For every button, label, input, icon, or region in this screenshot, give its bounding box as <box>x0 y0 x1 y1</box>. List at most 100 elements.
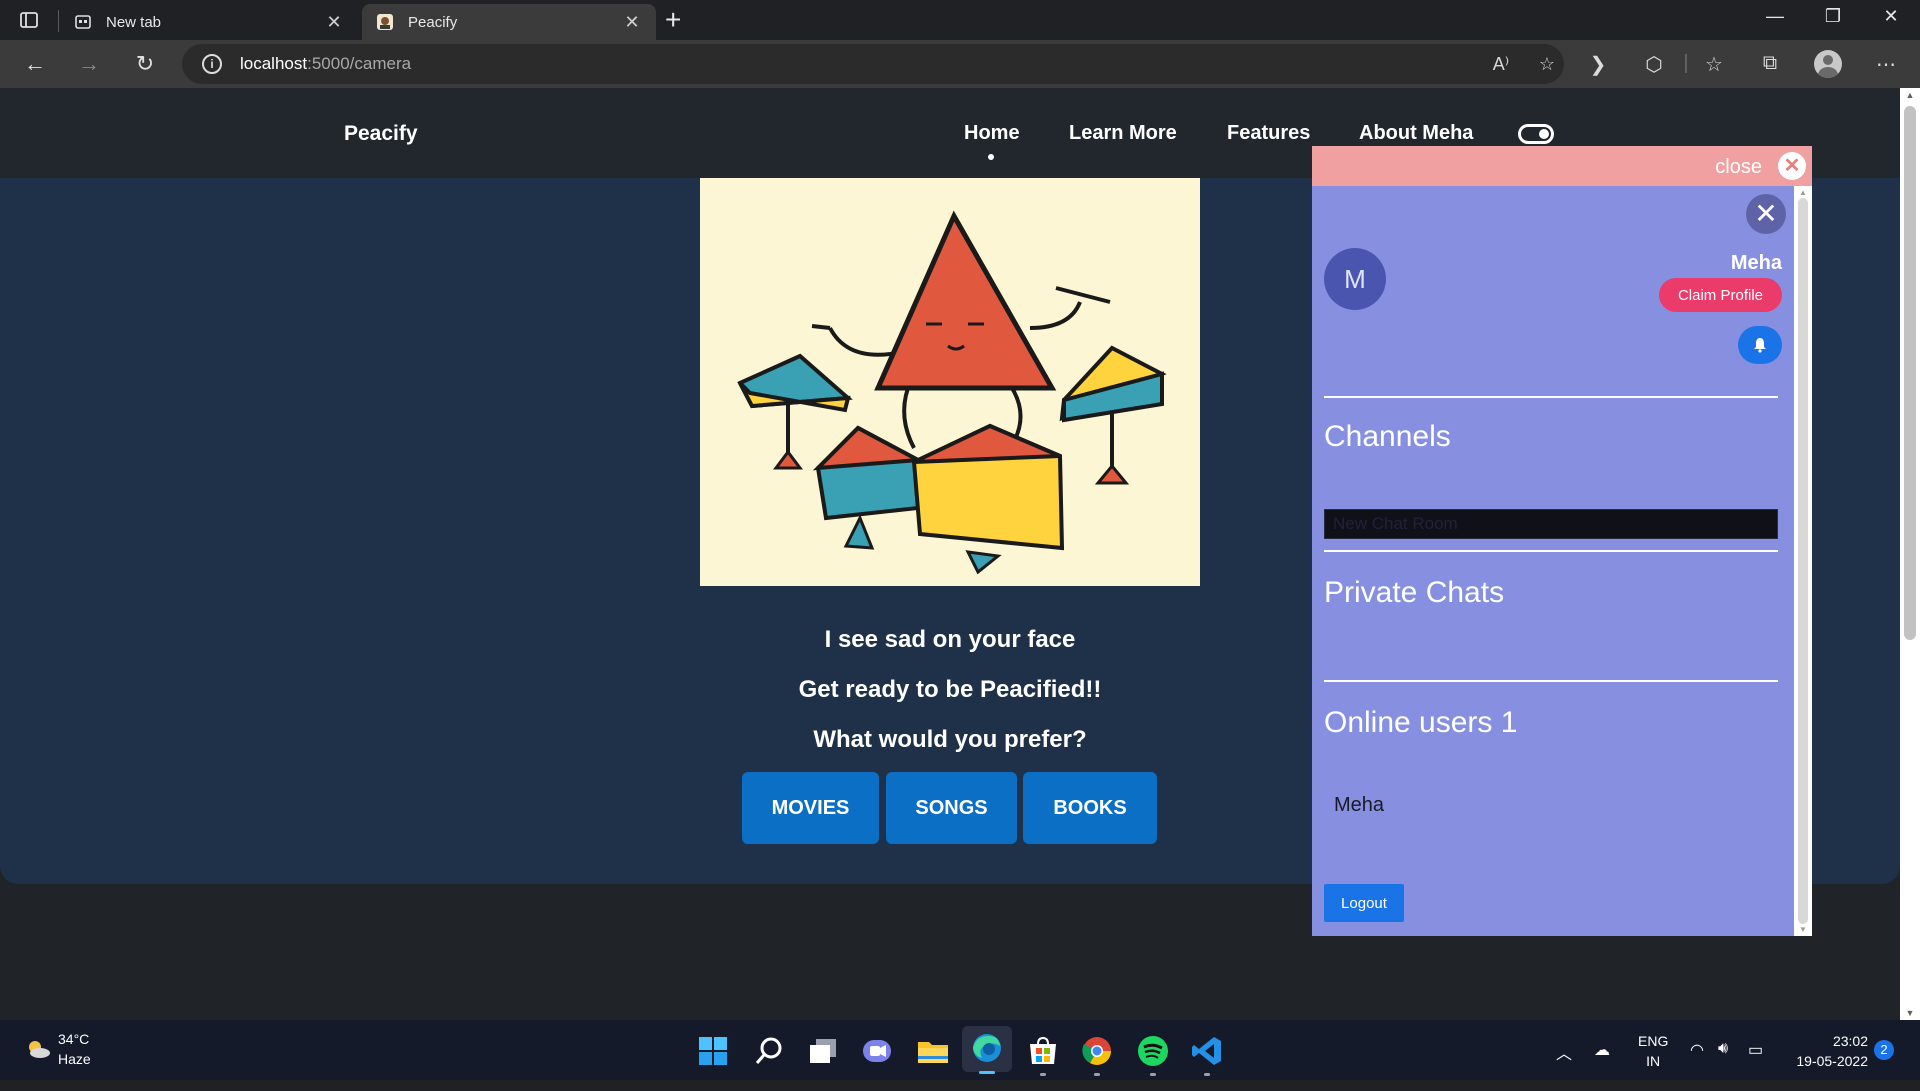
chat-divider <box>1324 550 1778 552</box>
site-brand[interactable]: Peacify <box>344 122 418 146</box>
new-tab-button[interactable]: + <box>665 6 681 34</box>
new-tab-page-icon <box>74 13 92 31</box>
nav-features[interactable]: Features <box>1227 122 1310 145</box>
close-window-icon[interactable]: ✕ <box>1868 6 1914 27</box>
chat-widget: close ✕ ✕ M Meha Claim Profile Channels … <box>1312 146 1812 936</box>
private-chats-title: Private Chats <box>1324 576 1505 609</box>
windows-taskbar: 34°C Haze ︿ ☁ ENG IN ◠ 🔊︎ ▭ 23:02 19-05-… <box>0 1020 1920 1080</box>
tab-peacify[interactable]: Peacify ✕ <box>362 4 656 40</box>
language-region: IN <box>1646 1053 1661 1069</box>
drummer-illustration <box>700 178 1200 586</box>
running-app-dot <box>1204 1073 1210 1076</box>
weather-temperature[interactable]: 34°C <box>58 1031 89 1047</box>
forward-arrow-icon[interactable]: → <box>74 50 104 80</box>
file-explorer-icon[interactable] <box>916 1034 950 1068</box>
prompt-message: What would you prefer? <box>813 726 1087 753</box>
page-scrollbar[interactable]: ▲ ▼ <box>1900 88 1920 1020</box>
tab-new-tab[interactable]: New tab ✕ <box>60 4 358 40</box>
favorites-icon[interactable]: ☆ <box>1700 52 1728 77</box>
address-bar[interactable]: i localhost :5000/camera A⁾ ☆ <box>182 44 1564 84</box>
wifi-icon[interactable]: ◠ <box>1690 1040 1704 1060</box>
panel-close-icon[interactable]: ✕ <box>1746 194 1786 234</box>
profile-avatar[interactable] <box>1814 50 1842 78</box>
browser-tab-strip: New tab ✕ Peacify ✕ + — ❐ ✕ <box>0 0 1920 40</box>
peacify-message: Get ready to be Peacified!! <box>798 676 1102 703</box>
onedrive-warning-icon[interactable]: ☁ <box>1594 1040 1610 1060</box>
tab-close-icon[interactable]: ✕ <box>324 12 344 33</box>
spotify-icon[interactable] <box>1136 1034 1170 1076</box>
minimize-icon[interactable]: — <box>1752 6 1798 27</box>
restore-icon[interactable]: ❐ <box>1810 6 1856 27</box>
language-indicator[interactable]: ENG IN <box>1638 1031 1668 1091</box>
active-app-indicator <box>979 1071 995 1074</box>
address-host: localhost <box>240 54 308 73</box>
notification-badge[interactable]: 2 <box>1874 1040 1894 1060</box>
scroll-up-icon[interactable]: ▲ <box>1794 188 1812 197</box>
online-user-item[interactable]: Meha <box>1334 794 1384 817</box>
theme-toggle[interactable] <box>1518 124 1554 144</box>
clock[interactable]: 23:02 19-05-2022 <box>1790 1031 1868 1091</box>
peacify-favicon <box>376 13 394 31</box>
edge-browser-icon[interactable] <box>962 1026 1012 1074</box>
scrollbar-thumb[interactable] <box>1798 198 1808 924</box>
tab-separator <box>58 10 59 32</box>
weather-description[interactable]: Haze <box>58 1051 91 1067</box>
chat-close-label[interactable]: close <box>1715 156 1762 179</box>
nav-learn-more[interactable]: Learn More <box>1069 122 1177 145</box>
microsoft-store-icon[interactable] <box>1026 1034 1060 1076</box>
chat-divider <box>1324 680 1778 682</box>
volume-icon[interactable]: 🔊︎ <box>1718 1040 1728 1058</box>
chat-scrollbar[interactable]: ▲ ▼ <box>1794 186 1812 936</box>
chat-panel: ✕ M Meha Claim Profile Channels Private … <box>1312 186 1794 936</box>
search-icon[interactable] <box>752 1034 786 1068</box>
toggle-knob <box>1539 129 1549 139</box>
back-arrow-icon[interactable]: ← <box>20 50 50 80</box>
add-favorite-icon[interactable]: ☆ <box>1534 54 1560 75</box>
online-users-title: Online users 1 <box>1324 706 1518 739</box>
site-info-icon[interactable]: i <box>202 54 222 74</box>
task-view-icon[interactable] <box>806 1034 840 1068</box>
read-aloud-icon[interactable]: A⁾ <box>1488 54 1514 75</box>
extension-arrow-icon[interactable]: ❯ <box>1584 52 1612 77</box>
battery-icon[interactable]: ▭ <box>1748 1040 1763 1060</box>
address-path: :5000/camera <box>307 54 412 73</box>
user-name: Meha <box>1730 252 1782 274</box>
nav-home[interactable]: Home <box>964 122 1020 145</box>
vscode-icon[interactable] <box>1190 1034 1224 1076</box>
nav-about-meha[interactable]: About Meha <box>1359 122 1473 145</box>
scroll-up-icon[interactable]: ▲ <box>1900 90 1920 100</box>
claim-profile-button[interactable]: Claim Profile <box>1658 278 1782 312</box>
chat-close-icon[interactable]: ✕ <box>1778 152 1806 180</box>
toolbar-divider: | <box>1683 52 1689 74</box>
clock-time: 23:02 <box>1832 1033 1868 1049</box>
running-app-dot <box>1150 1073 1156 1076</box>
tab-actions-icon[interactable] <box>18 9 40 31</box>
logout-button[interactable]: Logout <box>1324 884 1404 922</box>
refresh-icon[interactable]: ↻ <box>130 50 160 80</box>
mood-message: I see sad on your face <box>824 626 1076 653</box>
chat-divider <box>1324 396 1778 398</box>
more-menu-icon[interactable]: ⋯ <box>1872 52 1900 77</box>
running-app-dot <box>1040 1073 1046 1076</box>
scrollbar-thumb[interactable] <box>1904 106 1916 640</box>
tab-title: New tab <box>106 13 162 31</box>
songs-button[interactable]: SONGS <box>886 772 1017 844</box>
bell-icon[interactable] <box>1738 326 1782 364</box>
weather-haze-icon[interactable] <box>24 1038 52 1060</box>
scroll-down-icon[interactable]: ▼ <box>1794 925 1812 934</box>
user-avatar: M <box>1324 248 1386 310</box>
show-hidden-icons-chevron[interactable]: ︿ <box>1556 1040 1572 1064</box>
books-button[interactable]: BOOKS <box>1023 772 1157 844</box>
scroll-down-icon[interactable]: ▼ <box>1900 1008 1920 1018</box>
chat-header: close ✕ <box>1312 146 1812 186</box>
new-chat-room-input[interactable] <box>1324 509 1778 539</box>
windows-start-icon[interactable] <box>696 1034 730 1068</box>
teams-chat-icon[interactable] <box>860 1034 894 1068</box>
chrome-icon[interactable] <box>1080 1034 1114 1076</box>
collections-icon[interactable]: ⧉ <box>1756 52 1784 75</box>
movies-button[interactable]: MOVIES <box>742 772 879 844</box>
running-app-dot <box>1094 1073 1100 1076</box>
extensions-icon[interactable]: ⬡ <box>1640 52 1668 77</box>
tab-title: Peacify <box>408 13 458 31</box>
tab-close-icon[interactable]: ✕ <box>622 12 642 33</box>
